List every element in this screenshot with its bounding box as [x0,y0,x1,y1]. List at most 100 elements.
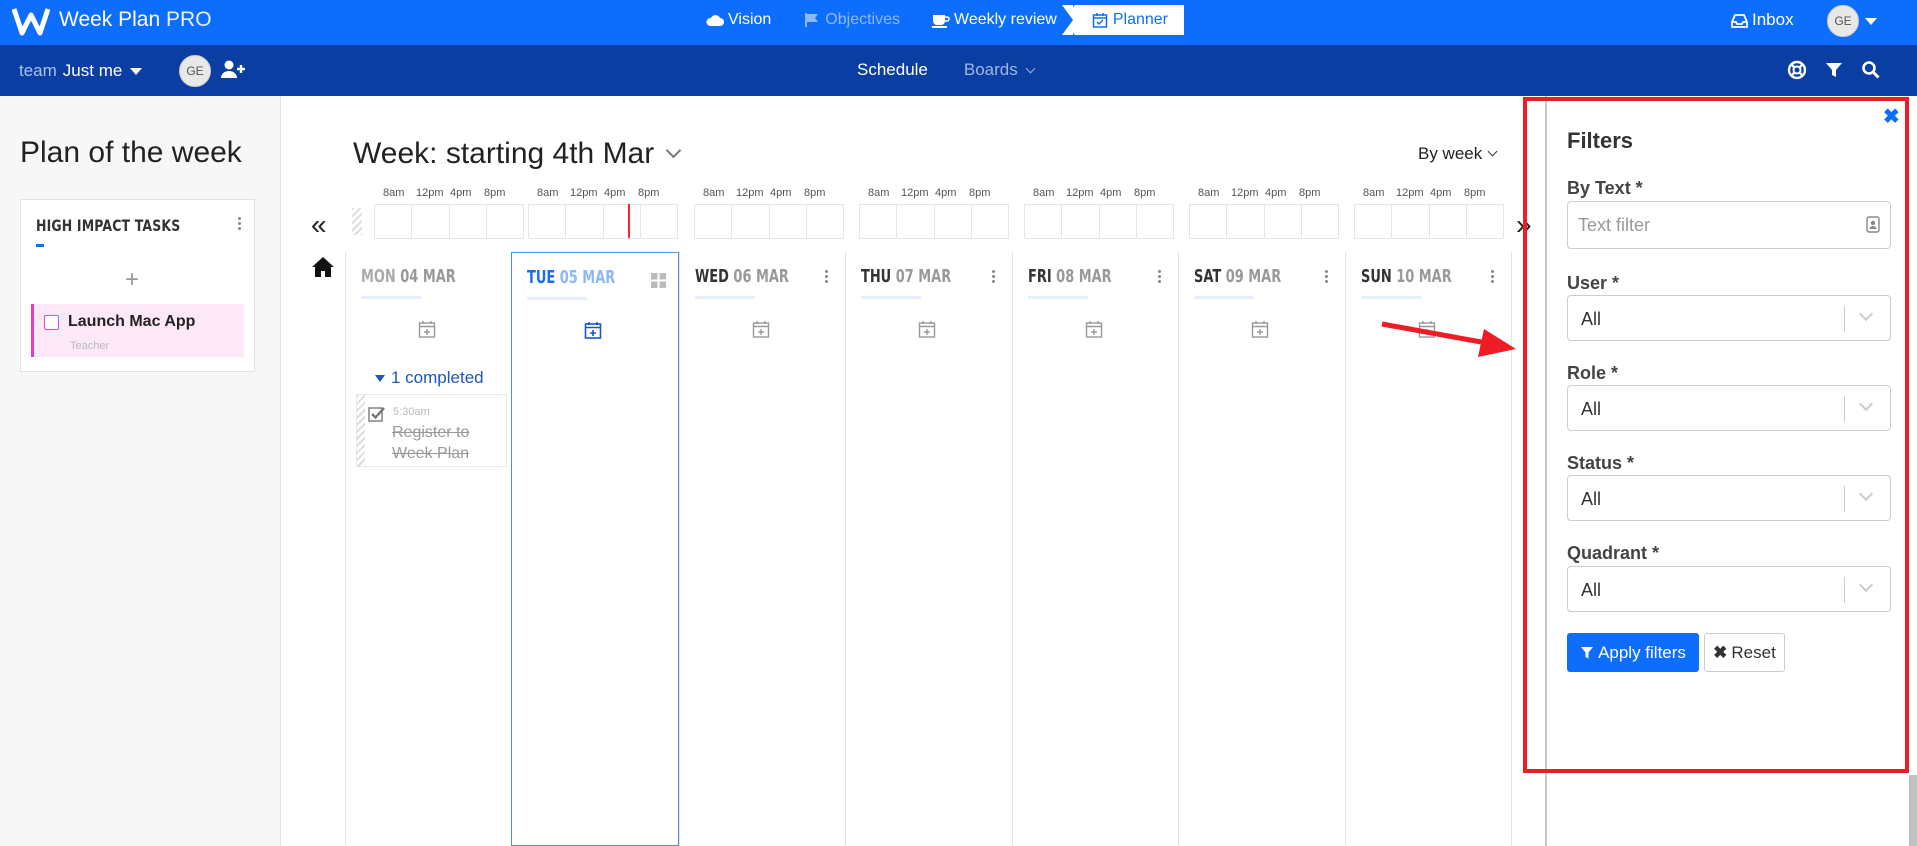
timeline-slot[interactable] [1226,204,1264,239]
timeline-grid[interactable] [1354,204,1504,239]
calendar-plus-icon[interactable] [918,320,936,338]
timeline-slot[interactable] [768,204,806,239]
timeline-slot[interactable] [1354,204,1392,239]
timeline-slot[interactable] [805,204,844,239]
timeline-slot[interactable] [1465,204,1504,239]
timeline-grid[interactable] [528,204,678,239]
timeline-grid[interactable] [1024,204,1174,239]
list-item[interactable]: Launch Mac App Teacher [31,304,244,357]
timeline-slot[interactable] [602,204,640,239]
kebab-menu-icon[interactable] [238,217,242,231]
calendar-plus-icon[interactable] [1251,320,1269,338]
home-icon[interactable] [311,256,335,278]
reset-label: Reset [1731,642,1776,662]
calendar-plus-icon[interactable] [752,320,770,338]
quadrant-select[interactable]: All [1567,566,1891,612]
week-plan-logo-icon[interactable] [12,5,50,37]
day-column-wed[interactable]: WED 06 MAR [678,252,845,846]
timeline-slot[interactable] [1300,204,1339,239]
select-separator [1844,577,1845,603]
timeline-slot[interactable] [1098,204,1136,239]
user-select[interactable]: All [1567,295,1891,341]
nav-schedule[interactable]: Schedule [857,60,928,80]
timeline-slot[interactable] [1391,204,1429,239]
add-user-icon[interactable] [221,59,245,79]
day-column-fri[interactable]: FRI 08 MAR [1011,252,1178,846]
filter-icon[interactable] [1824,60,1844,80]
status-select[interactable]: All [1567,475,1891,521]
apply-filters-button[interactable]: Apply filters [1567,633,1699,672]
timeline-slot[interactable] [896,204,934,239]
next-week-button[interactable]: » [1516,209,1532,241]
timeline-slot[interactable] [1061,204,1099,239]
text-filter-input[interactable]: Text filter [1567,201,1891,249]
timeline-slot[interactable] [859,204,897,239]
search-icon[interactable] [1861,60,1881,80]
close-filters-icon[interactable]: ✖ [1883,104,1900,129]
select-separator [1844,306,1845,332]
kebab-menu-icon[interactable] [1490,270,1495,284]
timeline-slot[interactable] [448,204,486,239]
timeline-slot[interactable] [970,204,1009,239]
timeline-slot[interactable] [528,204,566,239]
scrollbar[interactable] [1909,775,1917,846]
user-label: User * [1567,273,1620,293]
timeline-slot[interactable] [485,204,524,239]
completed-toggle[interactable]: 1 completed [375,368,484,388]
kebab-menu-icon[interactable] [1324,270,1329,284]
timeline-slot[interactable] [1189,204,1227,239]
day-column-mon[interactable]: MON 04 MAR 1 completed 5:30am Register t… [345,252,511,846]
nav-objectives[interactable]: Objectives [787,5,916,35]
inbox-icon [1731,13,1748,28]
timeline-grid[interactable] [374,204,524,239]
nav-weekly-review-label: Weekly review [954,11,1057,28]
by-text-label: By Text * [1567,178,1643,198]
task-checkbox[interactable] [44,315,59,330]
timeline-slot[interactable] [1135,204,1174,239]
nav-planner[interactable]: Planner [1061,5,1184,35]
kebab-menu-icon[interactable] [825,270,829,284]
timeline-slot[interactable] [565,204,603,239]
timeline-slot[interactable] [694,204,732,239]
role-select[interactable]: All [1567,385,1891,431]
reset-button[interactable]: ✖ Reset [1704,633,1785,672]
nav-boards[interactable]: Boards [964,60,1036,80]
timeline-slot[interactable] [1024,204,1062,239]
kebab-menu-icon[interactable] [1158,270,1162,284]
team-value: Just me [62,61,123,80]
timeline-grid[interactable] [694,204,844,239]
inbox-link[interactable]: Inbox [1731,10,1794,30]
checked-box-icon[interactable] [368,406,386,422]
timeline-grid[interactable] [1189,204,1339,239]
timeline-slot[interactable] [1428,204,1466,239]
previous-week-button[interactable]: « [311,209,327,241]
timeline-grid[interactable] [859,204,1009,239]
team-selector[interactable]: team Just me [19,61,143,81]
team-member-avatar[interactable]: GE [179,55,211,87]
timeline-slot[interactable] [411,204,449,239]
user-menu[interactable]: GE [1827,5,1877,37]
nav-vision[interactable]: Vision [690,5,787,35]
calendar-plus-icon[interactable] [418,320,436,338]
calendar-plus-icon[interactable] [584,321,602,339]
week-selector[interactable]: Week: starting 4th Mar [353,137,682,171]
timeline-slot[interactable] [639,204,678,239]
page-title: Plan of the week [20,136,242,169]
calendar-plus-icon[interactable] [1085,320,1103,338]
view-mode-dropdown[interactable]: By week [1418,144,1498,164]
day-column-sat[interactable]: SAT 09 MAR [1178,252,1344,846]
timeline-slot[interactable] [933,204,971,239]
brand-name[interactable]: Week Plan PRO [59,8,212,32]
timeline-slot[interactable] [1263,204,1301,239]
nav-weekly-review[interactable]: Weekly review [916,5,1073,35]
timeline-slot[interactable] [731,204,769,239]
kebab-menu-icon[interactable] [991,270,996,284]
day-column-tue[interactable]: TUE 05 MAR [511,252,679,846]
day-column-thu[interactable]: THU 07 MAR [845,252,1011,846]
day-timeline-strip: 8am 12pm 4pm 8pm [859,184,1009,239]
life-ring-icon[interactable] [1787,60,1807,80]
timeline-slot[interactable] [374,204,412,239]
add-task-button[interactable]: + [125,266,139,294]
completed-task-card[interactable]: 5:30am Register to Week Plan [356,394,507,467]
grid-view-icon[interactable] [650,273,666,288]
